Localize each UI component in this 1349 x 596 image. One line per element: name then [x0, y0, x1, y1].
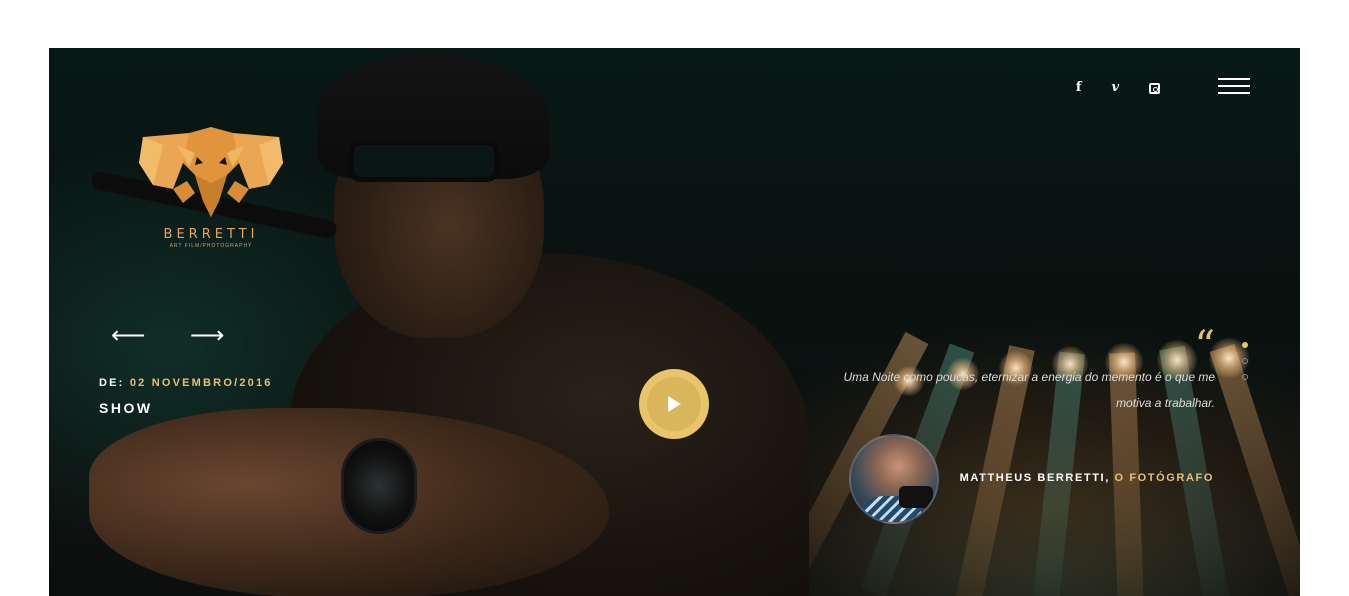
vimeo-icon[interactable]: v	[1111, 80, 1119, 96]
slider-dot-2[interactable]	[1242, 358, 1248, 364]
facebook-icon[interactable]: f	[1076, 80, 1082, 96]
brand-name: BERRETTI	[163, 227, 259, 242]
instagram-icon[interactable]	[1149, 82, 1160, 94]
brand-logo[interactable]: BERRETTI ART FILM/PHOTOGRAPHY	[137, 123, 285, 249]
slider-dot-3[interactable]	[1242, 374, 1248, 380]
date-prefix: DE:	[99, 377, 125, 389]
author-role: O FOTÓGRAFO	[1114, 472, 1214, 484]
hamburger-menu-icon[interactable]	[1218, 78, 1250, 96]
photographer-avatar	[849, 434, 939, 524]
prev-arrow-icon[interactable]: ⟵	[111, 324, 145, 348]
testimonial-text: Uma Noite como poucas, eternizar a energ…	[843, 370, 1215, 410]
author-name: MATTHEUS BERRETTI,	[959, 472, 1110, 484]
play-icon	[668, 396, 681, 412]
date-value: 02 NOVEMBRO/2016	[129, 377, 273, 389]
elephant-logo-icon	[139, 127, 283, 217]
slider-pagination	[1242, 342, 1250, 390]
quote-icon: “	[1194, 323, 1215, 369]
next-arrow-icon[interactable]: ⟶	[190, 324, 224, 348]
testimonial-author: MATTHEUS BERRETTI, O FOTÓGRAFO	[960, 472, 1214, 484]
slide-date: DE: 02 NOVEMBRO/2016	[99, 377, 273, 389]
hero-slider: BERRETTI ART FILM/PHOTOGRAPHY f v ⟵ ⟶ DE…	[49, 48, 1300, 596]
slide-title: SHOW	[99, 400, 153, 416]
social-links: f v	[1076, 80, 1160, 96]
slider-dot-1[interactable]	[1242, 342, 1248, 348]
brand-tagline: ART FILM/PHOTOGRAPHY	[169, 243, 253, 249]
play-video-button[interactable]	[639, 369, 709, 439]
